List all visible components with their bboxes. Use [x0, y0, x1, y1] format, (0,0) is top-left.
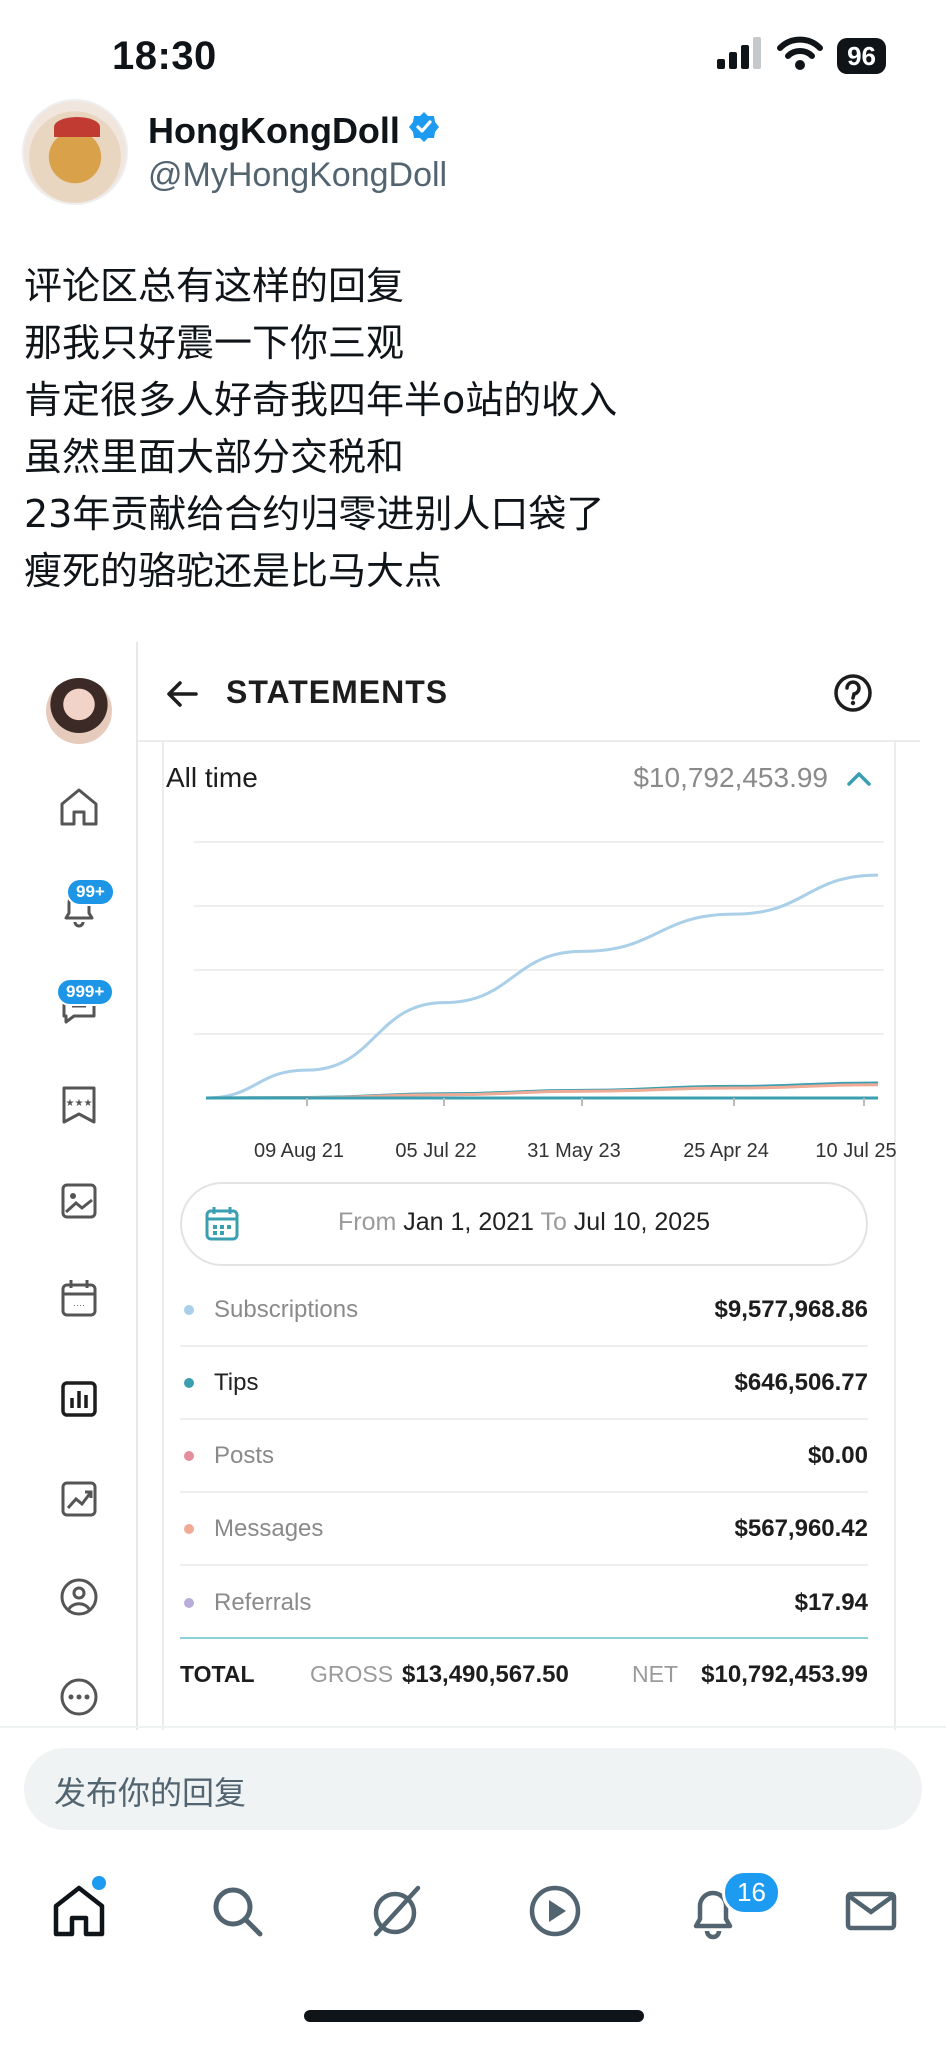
embed-avatar [46, 678, 112, 744]
signal-icon [717, 37, 763, 74]
tweet-line: 评论区总有这样的回复 [24, 264, 405, 308]
row-value: $17.94 [794, 1588, 868, 1616]
earnings-row: Messages $567,960.42 [180, 1493, 868, 1566]
legend-dot [184, 1523, 194, 1534]
tweet-line: 那我只好震一下你三观 [24, 321, 405, 365]
statements-panel: STATEMENTS All time $10,792,453.99 09 Au… [138, 642, 920, 1730]
gross-label: GROSS [310, 1661, 394, 1687]
earnings-row: Tips $646,506.77 [180, 1347, 868, 1420]
reply-input[interactable]: 发布你的回复 [24, 1748, 922, 1830]
total-label: TOTAL [180, 1661, 255, 1687]
home-icon [54, 782, 104, 832]
battery-icon: 96 [837, 37, 886, 74]
notifications-count-badge: 16 [722, 1870, 781, 1915]
author-handle[interactable]: @MyHongKongDoll [148, 156, 447, 195]
reply-placeholder: 发布你的回复 [54, 1774, 247, 1812]
verified-badge-icon [408, 110, 440, 152]
net-label: NET [632, 1661, 678, 1687]
tweet-line: 23年贡献给合约归零进别人口袋了 [24, 492, 605, 536]
legend-dot [184, 1304, 194, 1315]
to-date: Jul 10, 2025 [573, 1208, 711, 1236]
tab-search-icon[interactable] [206, 1880, 268, 1942]
period-amount: $10,792,453.99 [633, 762, 828, 793]
net-value: $10,792,453.99 [701, 1660, 868, 1688]
status-bar: 18:30 96 [0, 0, 946, 108]
home-unread-dot [92, 1876, 106, 1890]
tweet-line: 肯定很多人好奇我四年半o站的收入 [24, 378, 618, 422]
notifications-badge: 99+ [66, 878, 115, 906]
earnings-row: Referrals $17.94 [180, 1566, 868, 1639]
gross-value: $13,490,567.50 [402, 1660, 569, 1688]
x-tick-label: 31 May 23 [527, 1140, 621, 1162]
status-time: 18:30 [112, 34, 217, 78]
messages-badge: 999+ [56, 978, 115, 1006]
x-tick-label: 05 Jul 22 [395, 1140, 477, 1162]
svg-text:····: ···· [73, 1300, 85, 1310]
row-label: Referrals [214, 1588, 312, 1616]
from-label: From [337, 1208, 397, 1236]
tab-video-icon[interactable] [524, 1880, 586, 1942]
more-icon [54, 1672, 104, 1722]
vault-icon [54, 1176, 104, 1226]
legend-dot [184, 1597, 194, 1608]
x-tick-label: 09 Aug 21 [253, 1140, 345, 1162]
attached-image[interactable]: 99+ 999+ ★★★ ···· STATEMENTS All time $1… [30, 642, 920, 1730]
row-label: Posts [214, 1441, 275, 1469]
author-avatar[interactable] [22, 99, 128, 205]
statistics-icon [54, 1374, 104, 1424]
tab-grok-icon[interactable] [364, 1880, 426, 1942]
row-value: $567,960.42 [734, 1514, 868, 1542]
bottom-tab-bar [0, 1870, 946, 1960]
wifi-icon [777, 36, 824, 75]
date-range-picker[interactable]: From Jan 1, 2021 To Jul 10, 2025 [180, 1182, 868, 1266]
series-line-messages [205, 1083, 879, 1100]
statements-title: STATEMENTS [226, 674, 449, 710]
back-arrow-icon [162, 674, 202, 714]
legend-dot [184, 1377, 194, 1388]
row-label: Tips [214, 1368, 259, 1396]
tweet-header: HongKongDoll @MyHongKongDoll [22, 99, 447, 205]
row-label: Messages [214, 1514, 324, 1542]
x-tick-label: 25 Apr 24 [683, 1140, 769, 1162]
svg-text:★★★: ★★★ [66, 1098, 93, 1109]
tweet-line: 瘦死的骆驼还是比马大点 [24, 549, 443, 593]
earnings-chart [194, 841, 884, 1106]
to-label: To [540, 1208, 567, 1236]
calendar-icon: ···· [54, 1274, 104, 1324]
home-indicator [304, 2010, 644, 2022]
reply-divider [0, 1726, 946, 1728]
row-value: $0.00 [807, 1441, 868, 1469]
x-tick-label: 10 Jul 25 [815, 1140, 897, 1162]
earnings-breakdown: Subscriptions $9,577,968.86 Tips $646,50… [180, 1274, 868, 1710]
total-row: TOTAL GROSS $13,490,567.50 NET $10,792,4… [180, 1637, 868, 1710]
date-range-text: From Jan 1, 2021 To Jul 10, 2025 [182, 1208, 866, 1237]
legend-dot [184, 1450, 194, 1461]
analytics-icon [54, 1474, 104, 1524]
collections-icon: ★★★ [54, 1080, 104, 1130]
row-value: $646,506.77 [734, 1368, 868, 1396]
tweet-body: 评论区总有这样的回复 那我只好震一下你三观 肯定很多人好奇我四年半o站的收入 虽… [24, 258, 924, 600]
series-line-subscriptions [205, 873, 879, 1100]
chevron-up-icon [844, 764, 874, 794]
tab-mail-icon[interactable] [840, 1880, 902, 1942]
earnings-row: Posts $0.00 [180, 1420, 868, 1493]
display-name-text[interactable]: HongKongDoll [148, 110, 400, 152]
statements-header: STATEMENTS [138, 642, 920, 742]
author-display-name[interactable]: HongKongDoll [148, 110, 447, 152]
row-label: Subscriptions [214, 1295, 359, 1323]
tweet-line: 虽然里面大部分交税和 [24, 435, 405, 479]
embed-sidebar: 99+ 999+ ★★★ ···· [30, 642, 138, 1730]
earnings-row: Subscriptions $9,577,968.86 [180, 1274, 868, 1347]
status-icons: 96 [717, 36, 886, 75]
period-label: All time [166, 762, 258, 793]
chart-x-axis: 09 Aug 21 05 Jul 22 31 May 23 25 Apr 24 … [138, 1140, 920, 1170]
from-date: Jan 1, 2021 [403, 1208, 534, 1236]
help-icon [832, 672, 874, 714]
row-value: $9,577,968.86 [714, 1295, 868, 1323]
profile-icon [54, 1572, 104, 1622]
